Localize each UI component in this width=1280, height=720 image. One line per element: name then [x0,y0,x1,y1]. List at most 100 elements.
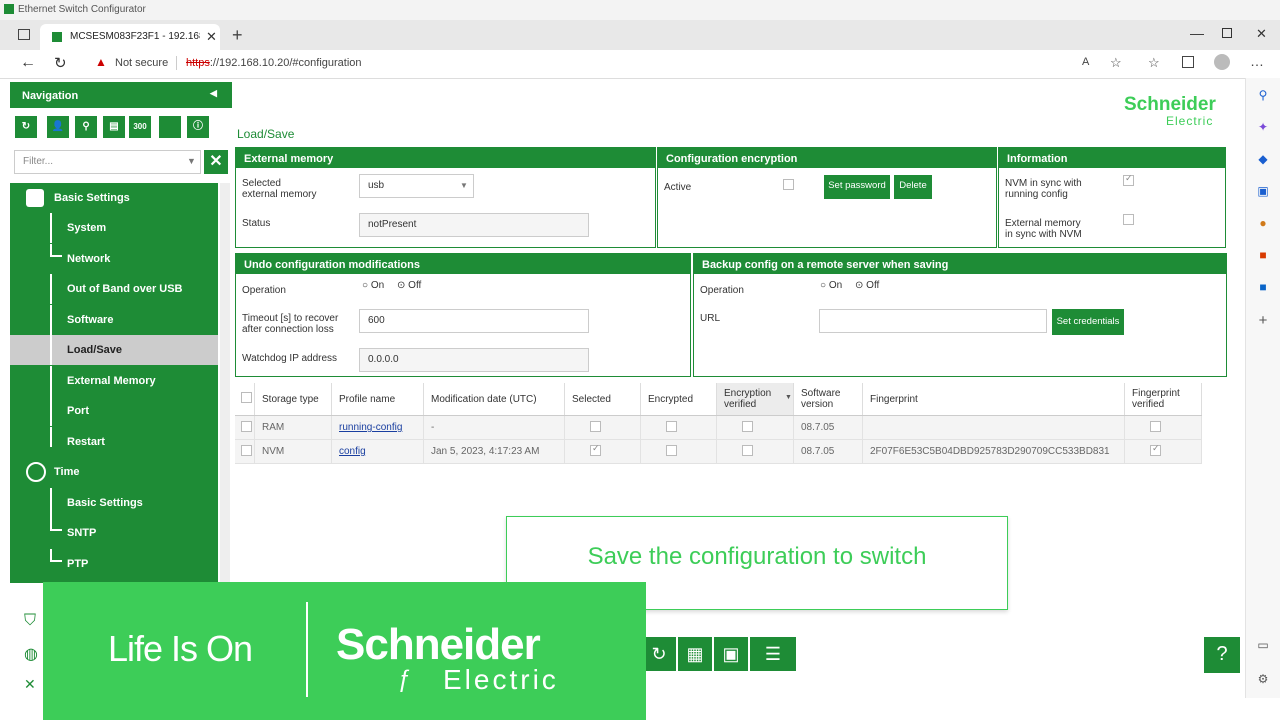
tree-item-software[interactable]: Software [10,305,218,335]
status-field: notPresent [359,213,589,237]
undo-on-radio[interactable]: ○ On [362,280,384,291]
col-fingerprint[interactable]: Fingerprint [862,383,1125,416]
search-icon[interactable]: ⚲ [1256,88,1270,102]
add-sidebar-icon[interactable]: + [1256,313,1270,328]
counter-button[interactable]: 300 [129,116,151,138]
tree-item-ptp[interactable]: PTP [10,549,218,579]
games-icon[interactable]: ● [1256,216,1270,230]
set-credentials-button[interactable]: Set credentials [1052,309,1124,335]
tools-icon[interactable]: ▣ [1256,184,1270,198]
tree-item-time[interactable]: Time [10,457,218,487]
help-icon[interactable]: ? [1204,637,1240,673]
logo-line1: Schneider [1124,94,1216,115]
close-window-icon[interactable]: ✕ [1256,26,1267,42]
outlook-icon[interactable]: ■ [1256,280,1270,294]
url-field[interactable]: https://192.168.10.20/#configuration [186,57,362,69]
tree-item-oob-usb[interactable]: Out of Band over USB [10,274,218,304]
config-table: Storage type Profile name Modification d… [235,383,1202,464]
office-icon[interactable]: ■ [1256,248,1270,262]
collections-icon[interactable] [1182,56,1194,68]
table-row[interactable]: RAM running-config - 08.7.05 [235,415,1202,440]
col-storage-type[interactable]: Storage type [254,383,332,416]
shopping-tag-icon[interactable]: ◆ [1256,152,1270,166]
refresh-icon[interactable]: ↻ [54,54,67,72]
tree-item-label: Restart [67,436,105,448]
col-modification-date[interactable]: Modification date (UTC) [423,383,565,416]
col-software-version[interactable]: Software version [793,383,863,416]
info-button[interactable]: ⓘ [187,116,209,138]
undo-off-radio[interactable]: ⊙ Off [397,280,421,291]
tab-actions-icon[interactable] [18,29,30,40]
tree-item-time-basic-settings[interactable]: Basic Settings [10,488,218,518]
more-menu-icon[interactable]: … [1250,53,1264,69]
tree-item-load-save[interactable]: Load/Save [10,335,218,365]
nav-scrollbar[interactable] [220,183,230,583]
favorites-icon[interactable]: ☆ [1148,55,1160,71]
back-icon[interactable]: ← [20,54,36,72]
sort-icon[interactable]: ▼ [785,394,792,401]
tree-item-label: Basic Settings [54,192,130,204]
url-input[interactable] [819,309,1047,333]
tree-item-sntp[interactable]: SNTP [10,518,218,548]
read-aloud-icon[interactable]: A [1082,56,1089,68]
app-icon [4,4,14,14]
url-scheme: https [186,57,210,69]
reload-icon[interactable]: ↻ [642,637,676,671]
user-button[interactable]: 👤 [47,116,69,138]
tree-item-external-memory[interactable]: External Memory [10,366,218,396]
timeout-input[interactable]: 600 [359,309,589,333]
profile-avatar[interactable] [1214,54,1230,70]
undo-operation-label: Operation [242,285,286,296]
active-checkbox[interactable] [783,179,794,190]
tree-item-system[interactable]: System [10,213,218,243]
copilot-icon[interactable]: ✦ [1256,120,1270,134]
export-button[interactable]: ▤ [103,116,125,138]
blank-button[interactable] [159,116,181,138]
profile-link[interactable]: config [339,446,366,457]
selected-memory-select[interactable]: usb ▼ [359,174,474,198]
tree-item-basic-settings[interactable]: Basic Settings [10,183,218,213]
cell-profile: running-config [331,415,424,440]
close-tab-icon[interactable]: ✕ [206,29,217,45]
tree-item-port[interactable]: Port [10,396,218,426]
col-encrypted[interactable]: Encrypted [640,383,717,416]
tree-item-restart[interactable]: Restart [10,427,218,457]
tools-nav-icon[interactable]: ✕ [24,676,36,693]
sidebar-layout-icon[interactable]: ▭ [1256,638,1270,652]
globe-icon[interactable]: ◍ [24,644,38,664]
not-secure-label[interactable]: Not secure [115,57,168,69]
favorite-add-icon[interactable]: ☆ [1110,55,1122,71]
delete-button[interactable]: Delete [894,175,932,199]
new-tab-icon[interactable]: + [232,25,243,46]
menu-icon[interactable]: ☰ [750,637,796,671]
col-selected[interactable]: Selected [564,383,641,416]
search-nav-button[interactable]: ⚲ [75,116,97,138]
selected-checkbox[interactable] [590,443,601,456]
table-row[interactable]: NVM config Jan 5, 2023, 4:17:23 AM 08.7.… [235,439,1202,464]
maximize-icon[interactable] [1222,28,1232,38]
reload-nav-button[interactable]: ↻ [15,116,37,138]
backup-off-radio[interactable]: ⊙ Off [855,280,879,291]
select-all-checkbox[interactable] [241,392,252,403]
selected-checkbox[interactable] [590,420,601,432]
profile-link[interactable]: running-config [339,422,402,433]
save-icon[interactable]: ▣ [714,637,748,671]
browser-tab[interactable]: MCSESM083F23F1 - 192.168.10.20 ✕ [40,24,220,50]
row-checkbox[interactable] [241,444,252,456]
set-password-button[interactable]: Set password [824,175,890,199]
collapse-nav-icon[interactable]: ◀ [210,88,217,99]
minimize-icon[interactable]: — [1190,25,1204,41]
cell-date: - [423,415,565,440]
tree-item-network[interactable]: Network [10,244,218,274]
filter-input[interactable]: Filter... ▼ [14,150,201,174]
col-fingerprint-verified[interactable]: Fingerprint verified [1124,383,1202,416]
delete-grid-icon[interactable]: ▦ [678,637,712,671]
filter-dropdown-icon[interactable]: ▼ [187,156,196,166]
security-icon[interactable]: ⛉ [24,612,36,630]
row-checkbox[interactable] [241,420,252,432]
settings-gear-icon[interactable]: ⚙ [1256,672,1270,686]
clear-filter-button[interactable]: ✕ [204,150,228,174]
col-profile-name[interactable]: Profile name [331,383,424,416]
col-encryption-verified[interactable]: Encryption verified [716,383,794,416]
backup-on-radio[interactable]: ○ On [820,280,842,291]
